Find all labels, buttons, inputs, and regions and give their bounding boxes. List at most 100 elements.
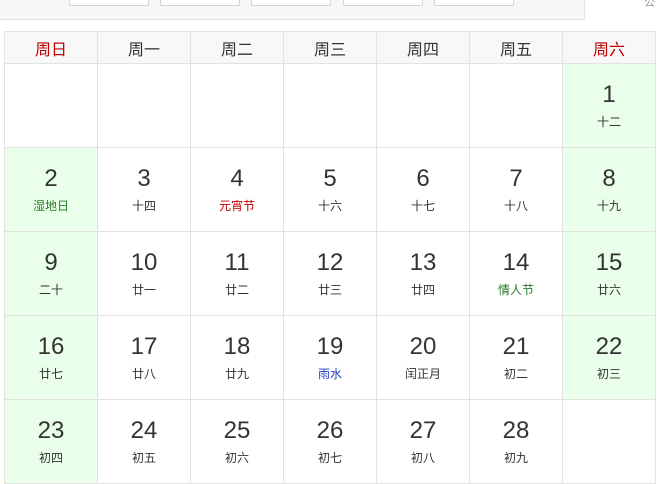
lunar-date-label: 雨水 <box>317 367 342 381</box>
empty-day-cell <box>376 63 470 148</box>
lunar-date-label: 初八 <box>410 451 435 465</box>
day-number: 5 <box>323 165 337 192</box>
day-cell[interactable]: 16 廿七 <box>4 315 98 400</box>
day-cell[interactable]: 20 闰正月 <box>376 315 470 400</box>
lunar-date-label: 初四 <box>38 451 63 465</box>
day-cell[interactable]: 9 二十 <box>4 231 98 316</box>
day-cell[interactable]: 4 元宵节 <box>190 147 284 232</box>
day-number: 16 <box>37 333 65 360</box>
day-cell[interactable]: 5 十六 <box>283 147 377 232</box>
weekday-header-2: 周二 <box>190 31 284 64</box>
lunar-date-label: 十七 <box>410 199 435 213</box>
weekday-header-6: 周六 <box>562 31 656 64</box>
weekday-header-5: 周五 <box>469 31 563 64</box>
day-number: 26 <box>316 417 344 444</box>
empty-day-cell <box>283 63 377 148</box>
day-cell[interactable]: 24 初五 <box>97 399 191 484</box>
day-cell[interactable]: 11 廿二 <box>190 231 284 316</box>
day-cell[interactable]: 7 十八 <box>469 147 563 232</box>
day-number: 12 <box>316 249 344 276</box>
day-cell[interactable]: 25 初六 <box>190 399 284 484</box>
day-number: 23 <box>37 417 65 444</box>
day-number: 7 <box>509 165 523 192</box>
lunar-date-label: 闰正月 <box>404 367 441 381</box>
day-cell[interactable]: 8 十九 <box>562 147 656 232</box>
lunar-date-label: 十二 <box>596 115 621 129</box>
calendar-week-row: 9 二十 10 廿一 11 廿二 12 廿三 13 廿四 14 情人节 15 廿六 <box>4 231 656 316</box>
weekday-header-0: 周日 <box>4 31 98 64</box>
day-cell[interactable]: 26 初七 <box>283 399 377 484</box>
weekday-header-4: 周四 <box>376 31 470 64</box>
day-number: 15 <box>595 249 623 276</box>
toolbar-frame <box>0 0 584 20</box>
day-number: 27 <box>409 417 437 444</box>
day-cell[interactable]: 2 湿地日 <box>4 147 98 232</box>
month-select[interactable] <box>160 0 240 6</box>
day-cell[interactable]: 10 廿一 <box>97 231 191 316</box>
year-select[interactable] <box>69 0 149 6</box>
day-cell[interactable]: 28 初九 <box>469 399 563 484</box>
lunar-date-label: 十四 <box>131 199 156 213</box>
weekday-header-row: 周日 周一 周二 周三 周四 周五 周六 <box>4 31 656 64</box>
day-cell[interactable]: 18 廿九 <box>190 315 284 400</box>
lunar-date-label: 廿八 <box>131 367 156 381</box>
calendar-week-row: 16 廿七 17 廿八 18 廿九 19 雨水 20 闰正月 21 初二 22 初三 <box>4 315 656 400</box>
lunar-date-label: 廿三 <box>317 283 342 297</box>
day-cell[interactable]: 14 情人节 <box>469 231 563 316</box>
day-number: 13 <box>409 249 437 276</box>
day-cell[interactable]: 21 初二 <box>469 315 563 400</box>
lunar-date-label: 初五 <box>131 451 156 465</box>
day-number: 8 <box>602 165 616 192</box>
day-number: 18 <box>223 333 251 360</box>
day-number: 6 <box>416 165 430 192</box>
day-number: 25 <box>223 417 251 444</box>
day-number: 21 <box>502 333 530 360</box>
lunar-date-label: 初九 <box>503 451 528 465</box>
day-cell[interactable]: 15 廿六 <box>562 231 656 316</box>
lunar-date-label: 十九 <box>596 199 621 213</box>
holiday-select[interactable] <box>251 0 331 6</box>
day-cell[interactable]: 6 十七 <box>376 147 470 232</box>
lunar-date-label: 廿六 <box>596 283 621 297</box>
lunar-date-label: 初二 <box>503 367 528 381</box>
lunar-date-label: 廿一 <box>131 283 156 297</box>
day-number: 24 <box>130 417 158 444</box>
next-month-button[interactable] <box>434 0 514 6</box>
empty-day-cell <box>562 399 656 484</box>
prev-month-button[interactable] <box>343 0 423 6</box>
lunar-date-label: 廿二 <box>224 283 249 297</box>
day-number: 10 <box>130 249 158 276</box>
day-cell[interactable]: 19 雨水 <box>283 315 377 400</box>
day-cell[interactable]: 22 初三 <box>562 315 656 400</box>
day-number: 4 <box>230 165 244 192</box>
day-number: 9 <box>44 249 58 276</box>
day-cell[interactable]: 13 廿四 <box>376 231 470 316</box>
lunar-date-label: 湿地日 <box>32 199 69 213</box>
month-calendar-grid: 周日 周一 周二 周三 周四 周五 周六 1 十二 2 湿地日 3 十四 4 元宵节 5 十六 6 十七 7 十八 8 十… <box>4 31 656 484</box>
day-cell[interactable]: 17 廿八 <box>97 315 191 400</box>
day-cell[interactable]: 3 十四 <box>97 147 191 232</box>
empty-day-cell <box>469 63 563 148</box>
lunar-date-label: 初六 <box>224 451 249 465</box>
day-number: 2 <box>44 165 58 192</box>
day-number: 11 <box>224 249 250 276</box>
lunar-date-label: 廿四 <box>410 283 435 297</box>
lunar-date-label: 十六 <box>317 199 342 213</box>
day-cell[interactable]: 1 十二 <box>562 63 656 148</box>
empty-day-cell <box>4 63 98 148</box>
lunar-date-label: 十八 <box>503 199 528 213</box>
lunar-date-label: 二十 <box>38 283 63 297</box>
weekday-header-3: 周三 <box>283 31 377 64</box>
toolbar-divider <box>584 0 585 20</box>
day-cell[interactable]: 23 初四 <box>4 399 98 484</box>
weekday-header-1: 周一 <box>97 31 191 64</box>
day-number: 20 <box>409 333 437 360</box>
calendar-week-row: 1 十二 <box>4 63 656 148</box>
calendar-week-row: 23 初四 24 初五 25 初六 26 初七 27 初八 28 初九 <box>4 399 656 484</box>
empty-day-cell <box>190 63 284 148</box>
lunar-date-label: 廿九 <box>224 367 249 381</box>
day-cell[interactable]: 27 初八 <box>376 399 470 484</box>
calendar-week-row: 2 湿地日 3 十四 4 元宵节 5 十六 6 十七 7 十八 8 十九 <box>4 147 656 232</box>
lunar-date-label: 廿七 <box>38 367 63 381</box>
day-cell[interactable]: 12 廿三 <box>283 231 377 316</box>
